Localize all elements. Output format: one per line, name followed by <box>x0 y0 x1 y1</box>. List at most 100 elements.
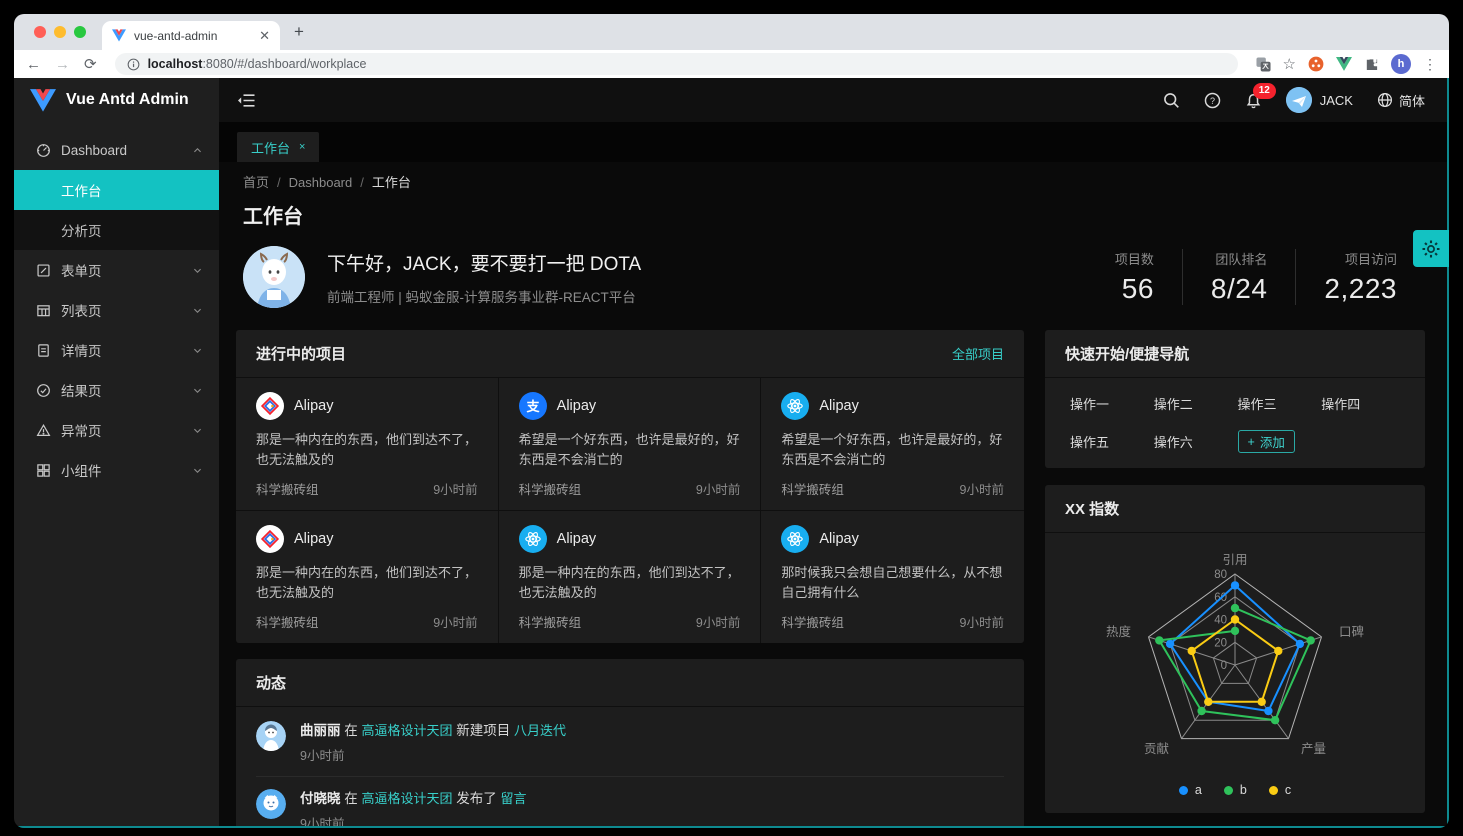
quick-link[interactable]: 操作六 <box>1154 432 1238 451</box>
menu-fold-icon[interactable] <box>237 93 255 108</box>
project-card-group[interactable]: 科学搬砖组 <box>256 612 319 631</box>
sidebar-item-label: 结果页 <box>61 380 102 400</box>
browser-url-bar: ← → ⟳ localhost:8080/#/dashboard/workpla… <box>14 50 1449 78</box>
quick-nav-panel: 快速开始/便捷导航 操作一操作二操作三操作四操作五操作六+添加 <box>1045 330 1425 468</box>
radar-svg: 020406080引用口碑产量贡献热度 <box>1065 547 1405 779</box>
quick-nav-title: 快速开始/便捷导航 <box>1065 343 1189 364</box>
project-card-title[interactable]: Alipay <box>557 398 597 414</box>
site-info-icon[interactable] <box>127 58 140 71</box>
zoom-window-button[interactable] <box>74 26 86 38</box>
sidebar-item-6[interactable]: 小组件 <box>14 450 219 490</box>
close-window-button[interactable] <box>34 26 46 38</box>
quick-link[interactable]: 操作五 <box>1070 432 1154 451</box>
plus-icon: + <box>1248 435 1255 449</box>
project-card-title[interactable]: Alipay <box>294 531 334 547</box>
project-card-title[interactable]: Alipay <box>819 398 859 414</box>
project-card[interactable]: 支 Alipay 希望是一个好东西，也许是最好的，好东西是不会消亡的 科学搬砖组… <box>499 378 762 511</box>
legend-dot-icon <box>1269 786 1278 795</box>
chevron-down-icon <box>192 425 203 436</box>
app-logo[interactable]: Vue Antd Admin <box>14 78 219 122</box>
project-card-description: 那是一种内在的东西，他们到达不了，也无法触及的 <box>519 563 741 603</box>
project-card-group[interactable]: 科学搬砖组 <box>519 479 582 498</box>
extensions-puzzle-icon[interactable] <box>1364 57 1379 72</box>
language-switcher[interactable]: 简体 <box>1377 91 1425 110</box>
sidebar-item-1[interactable]: 表单页 <box>14 250 219 290</box>
notification-bell-icon[interactable]: 12 <box>1245 92 1262 109</box>
project-card-time: 9小时前 <box>696 479 740 498</box>
new-tab-button[interactable]: + <box>294 22 304 42</box>
page-tabs-bar: 工作台 × <box>219 122 1449 162</box>
sidebar-item-dashboard[interactable]: Dashboard <box>14 130 219 170</box>
url-text: localhost:8080/#/dashboard/workplace <box>148 57 367 71</box>
username: JACK <box>1320 93 1353 108</box>
browser-profile-avatar[interactable]: h <box>1391 54 1411 74</box>
project-card-group[interactable]: 科学搬砖组 <box>519 612 582 631</box>
svg-text:80: 80 <box>1214 569 1227 581</box>
project-card[interactable]: Alipay 那是一种内在的东西，他们到达不了，也无法触及的 科学搬砖组 9小时… <box>236 378 499 511</box>
project-card-description: 希望是一个好东西，也许是最好的，好东西是不会消亡的 <box>519 430 741 470</box>
svg-text:0: 0 <box>1221 660 1227 672</box>
globe-icon <box>1377 92 1393 108</box>
chevron-down-icon <box>192 305 203 316</box>
legend-item-a[interactable]: a <box>1179 783 1202 797</box>
browser-tab[interactable]: vue-antd-admin ✕ <box>102 21 280 50</box>
vue-devtools-icon[interactable] <box>1336 57 1352 71</box>
extension-orange-icon[interactable] <box>1308 56 1324 72</box>
project-card-group[interactable]: 科学搬砖组 <box>781 612 844 631</box>
project-card-group[interactable]: 科学搬砖组 <box>781 479 844 498</box>
user-menu[interactable]: JACK <box>1286 87 1353 113</box>
tab-close-icon[interactable]: ✕ <box>259 28 270 44</box>
legend-item-c[interactable]: c <box>1269 783 1291 797</box>
legend-dot-icon <box>1179 786 1188 795</box>
project-card-title[interactable]: Alipay <box>819 531 859 547</box>
project-card-group[interactable]: 科学搬砖组 <box>256 479 319 498</box>
forward-icon[interactable]: → <box>55 57 70 72</box>
sidebar-item-4[interactable]: 结果页 <box>14 370 219 410</box>
project-card-title[interactable]: Alipay <box>294 398 334 414</box>
project-card[interactable]: Alipay 那是一种内在的东西，他们到达不了，也无法触及的 科学搬砖组 9小时… <box>236 511 499 643</box>
quick-link[interactable]: 操作四 <box>1321 394 1405 413</box>
sidebar-item-2[interactable]: 列表页 <box>14 290 219 330</box>
sidebar-item-3[interactable]: 详情页 <box>14 330 219 370</box>
breadcrumb-dashboard[interactable]: Dashboard <box>289 175 353 190</box>
activity-link[interactable]: 八月迭代 <box>514 723 566 738</box>
search-icon[interactable] <box>1163 92 1180 109</box>
project-card[interactable]: Alipay 希望是一个好东西，也许是最好的，好东西是不会消亡的 科学搬砖组 9… <box>761 378 1024 511</box>
quick-link[interactable]: 操作一 <box>1070 394 1154 413</box>
translate-icon[interactable] <box>1256 57 1271 72</box>
window-controls <box>34 26 86 38</box>
all-projects-link[interactable]: 全部项目 <box>952 344 1004 363</box>
quick-link[interactable]: 操作二 <box>1154 394 1238 413</box>
browser-tab-title: vue-antd-admin <box>134 29 251 43</box>
activity-link[interactable]: 高逼格设计天团 <box>362 723 453 738</box>
help-icon[interactable]: ? <box>1204 92 1221 109</box>
minimize-window-button[interactable] <box>54 26 66 38</box>
add-quick-link-button[interactable]: +添加 <box>1238 430 1295 453</box>
page-tab-close-icon[interactable]: × <box>299 141 305 153</box>
reload-icon[interactable]: ⟳ <box>84 57 97 72</box>
deer-avatar <box>243 246 305 308</box>
quick-link[interactable]: 操作三 <box>1238 394 1322 413</box>
project-card[interactable]: Alipay 那时候我只会想自己想要什么，从不想自己拥有什么 科学搬砖组 9小时… <box>761 511 1024 643</box>
legend-item-b[interactable]: b <box>1224 783 1247 797</box>
address-bar[interactable]: localhost:8080/#/dashboard/workplace <box>115 53 1238 75</box>
project-card[interactable]: Alipay 那是一种内在的东西，他们到达不了，也无法触及的 科学搬砖组 9小时… <box>499 511 762 643</box>
activity-link[interactable]: 留言 <box>501 791 527 806</box>
radar-chart: 020406080引用口碑产量贡献热度 abc <box>1045 533 1425 813</box>
theme-settings-button[interactable] <box>1413 230 1449 267</box>
antd-logo-icon <box>256 392 284 420</box>
sidebar-item-5[interactable]: 异常页 <box>14 410 219 450</box>
bookmark-star-icon[interactable]: ☆ <box>1283 57 1296 72</box>
browser-menu-icon[interactable]: ⋮ <box>1423 56 1437 73</box>
check-circle-icon <box>36 383 51 398</box>
activity-item: 曲丽丽 在 高逼格设计天团 新建项目 八月迭代 9小时前 <box>256 709 1004 777</box>
project-card-title[interactable]: Alipay <box>557 531 597 547</box>
page-tab-workplace[interactable]: 工作台 × <box>237 132 319 162</box>
breadcrumb-home[interactable]: 首页 <box>243 175 269 190</box>
sidebar-subitem[interactable]: 分析页 <box>14 210 219 250</box>
back-icon[interactable]: ← <box>26 57 41 72</box>
sidebar-subitem[interactable]: 工作台 <box>14 170 219 210</box>
sidebar: Dashboard 工作台分析页 表单页 列表页 详情页 结果页 <box>14 122 219 828</box>
activity-link[interactable]: 高逼格设计天团 <box>362 791 453 806</box>
content: 工作台 × 首页/Dashboard/工作台 工作台 下午好，JAC <box>219 122 1449 828</box>
